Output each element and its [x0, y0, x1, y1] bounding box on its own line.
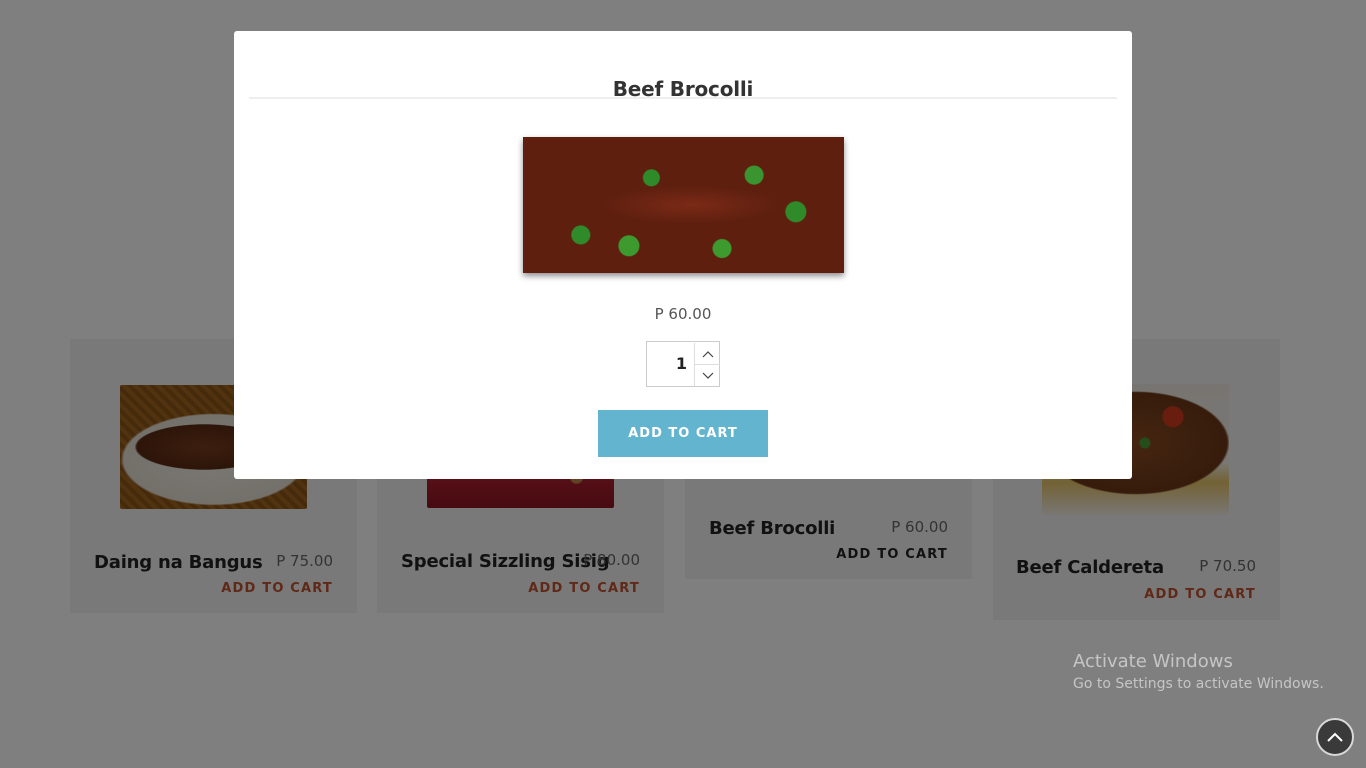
watermark-title: Activate Windows	[1073, 651, 1233, 672]
chevron-down-icon	[702, 372, 713, 379]
add-to-cart-button[interactable]: ADD TO CART	[598, 410, 768, 457]
quantity-decrement-button[interactable]	[694, 365, 720, 386]
chevron-up-icon	[702, 350, 713, 357]
chevron-up-icon	[1327, 732, 1343, 742]
quantity-stepper[interactable]: 1	[646, 341, 720, 387]
product-price: P 60.00	[654, 305, 712, 323]
product-modal: Beef Brocolli P 60.00 1 ADD TO CART	[234, 31, 1132, 479]
quantity-increment-button[interactable]	[694, 343, 720, 365]
scroll-to-top-button[interactable]	[1316, 718, 1354, 756]
product-photo	[523, 137, 844, 273]
quantity-input[interactable]: 1	[647, 342, 693, 386]
watermark-subtitle: Go to Settings to activate Windows.	[1073, 676, 1324, 692]
modal-divider	[249, 97, 1117, 99]
windows-activation-watermark: Activate Windows Go to Settings to activ…	[1073, 651, 1324, 692]
